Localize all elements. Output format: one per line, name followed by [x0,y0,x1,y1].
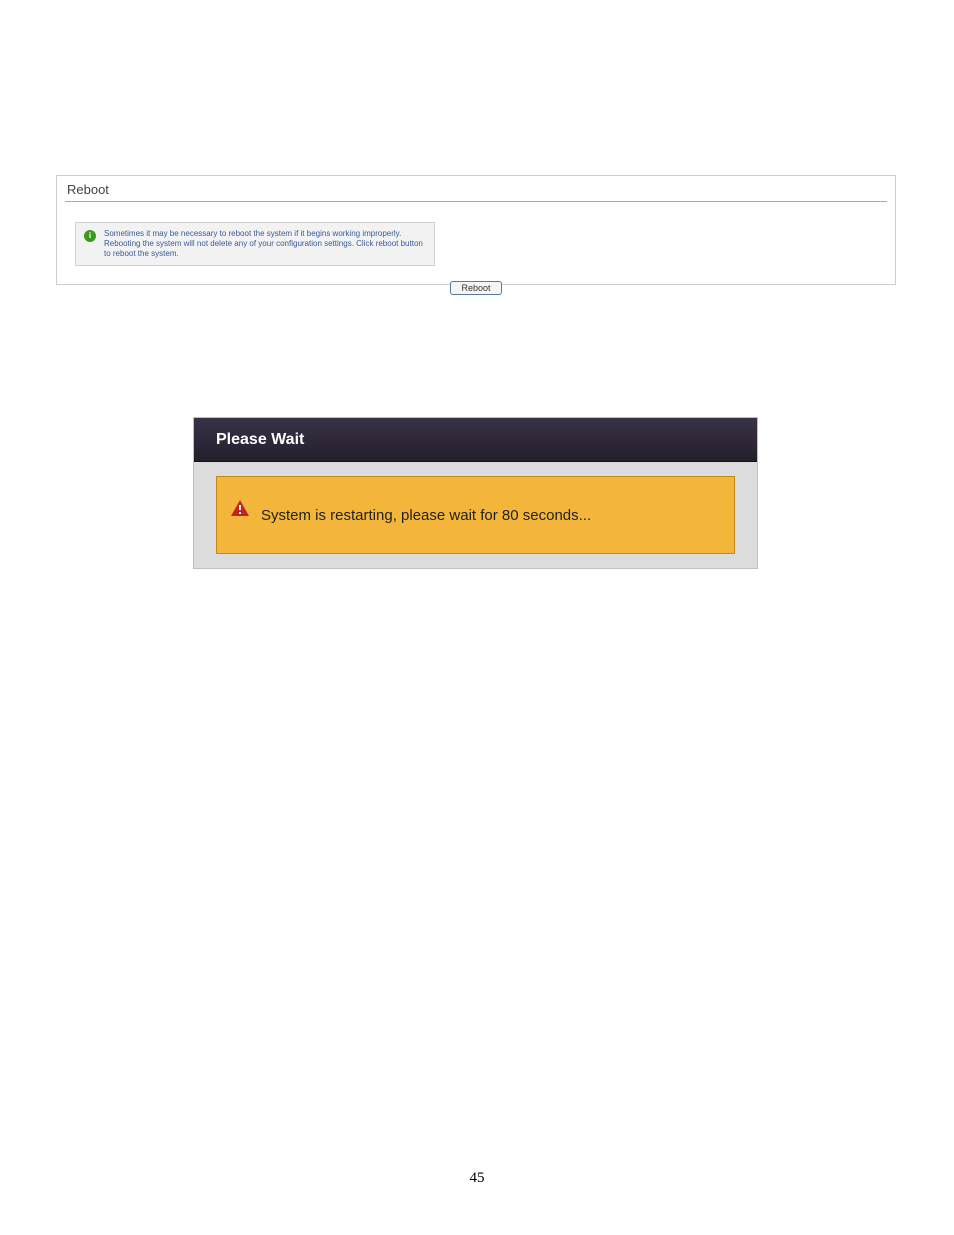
page-number: 45 [0,1170,954,1187]
button-row: Reboot [65,278,887,296]
info-message: Sometimes it may be necessary to reboot … [104,229,426,259]
divider [65,201,887,202]
warning-icon [231,500,249,516]
document-page: Reboot i Sometimes it may be necessary t… [0,0,954,1235]
reboot-panel: Reboot i Sometimes it may be necessary t… [56,175,896,285]
info-box: i Sometimes it may be necessary to reboo… [75,222,435,266]
dialog-header: Please Wait [194,418,757,462]
reboot-button[interactable]: Reboot [450,281,501,295]
info-icon: i [84,230,96,242]
please-wait-dialog: Please Wait System is restarting, please… [193,417,758,569]
alert-box: System is restarting, please wait for 80… [216,476,735,554]
dialog-title: Please Wait [216,431,304,449]
alert-message: System is restarting, please wait for 80… [261,507,591,524]
panel-title: Reboot [65,182,887,199]
